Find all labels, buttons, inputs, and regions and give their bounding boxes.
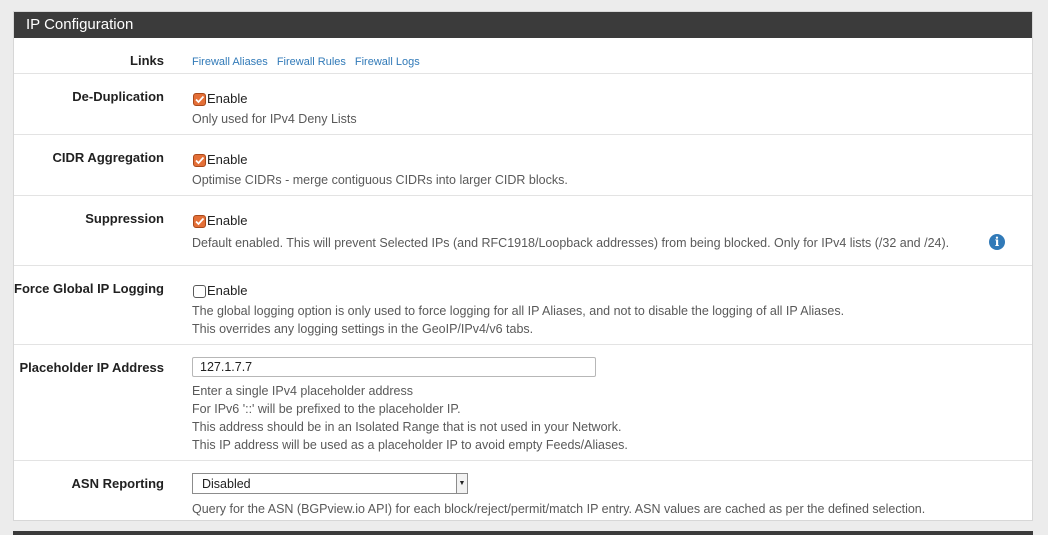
global-logging-help-1: The global logging option is only used t…	[192, 304, 845, 318]
asn-selected-value: Disabled	[202, 476, 251, 491]
global-logging-help-2: This overrides any logging settings in t…	[192, 322, 534, 336]
cidr-enable-label: Enable	[207, 151, 248, 167]
placeholder-ip-input[interactable]	[192, 357, 596, 377]
dedup-row: De-Duplication Enable Only used for IPv4…	[14, 74, 1032, 135]
dedup-label: De-Duplication	[72, 89, 164, 104]
global-logging-row: Force Global IP Logging Enable The globa…	[14, 266, 1032, 345]
firewall-aliases-link[interactable]: Firewall Aliases	[192, 56, 268, 68]
suppression-enable-label: Enable	[207, 212, 248, 228]
asn-label: ASN Reporting	[71, 476, 164, 491]
checkmark-icon	[195, 95, 205, 104]
global-logging-enable-label: Enable	[207, 282, 248, 298]
global-logging-checkbox[interactable]	[193, 285, 206, 298]
dedup-help: Only used for IPv4 Deny Lists	[192, 112, 357, 126]
links-label: Links	[130, 53, 164, 68]
cidr-help: Optimise CIDRs - merge contiguous CIDRs …	[192, 173, 568, 187]
placeholder-ip-row: Placeholder IP Address Enter a single IP…	[14, 345, 1032, 461]
info-circle-icon[interactable]: i	[989, 234, 1005, 250]
next-panel-header	[13, 531, 1033, 535]
panel-title: IP Configuration	[14, 12, 1032, 38]
checkmark-icon	[195, 156, 205, 165]
chevron-down-icon: ▼	[456, 474, 467, 493]
placeholder-ip-help-1: Enter a single IPv4 placeholder address	[192, 384, 413, 398]
asn-row: ASN Reporting Disabled ▼ Query for the A…	[14, 461, 1032, 520]
firewall-rules-link[interactable]: Firewall Rules	[277, 56, 346, 68]
suppression-help: Default enabled. This will prevent Selec…	[192, 236, 950, 250]
placeholder-ip-help-3: This address should be in an Isolated Ra…	[192, 420, 622, 434]
asn-select[interactable]: Disabled ▼	[192, 473, 468, 494]
cidr-checkbox[interactable]	[193, 154, 206, 167]
suppression-row: Suppression Enable Default enabled. This…	[14, 196, 1032, 266]
placeholder-ip-help-2: For IPv6 '::' will be prefixed to the pl…	[192, 402, 461, 416]
global-logging-label: Force Global IP Logging	[14, 281, 164, 296]
dedup-checkbox[interactable]	[193, 93, 206, 106]
suppression-checkbox[interactable]	[193, 215, 206, 228]
checkmark-icon	[195, 217, 205, 226]
placeholder-ip-help-4: This IP address will be used as a placeh…	[192, 438, 628, 452]
placeholder-ip-label: Placeholder IP Address	[19, 360, 164, 375]
suppression-label: Suppression	[85, 211, 164, 226]
ip-configuration-panel: IP Configuration Links Firewall Aliases F…	[13, 11, 1033, 521]
firewall-logs-link[interactable]: Firewall Logs	[355, 56, 420, 68]
links-row: Links Firewall Aliases Firewall Rules Fire…	[14, 38, 1032, 74]
cidr-row: CIDR Aggregation Enable Optimise CIDRs -…	[14, 135, 1032, 196]
asn-help: Query for the ASN (BGPview.io API) for e…	[192, 502, 926, 516]
dedup-enable-label: Enable	[207, 90, 248, 106]
cidr-label: CIDR Aggregation	[52, 150, 164, 165]
